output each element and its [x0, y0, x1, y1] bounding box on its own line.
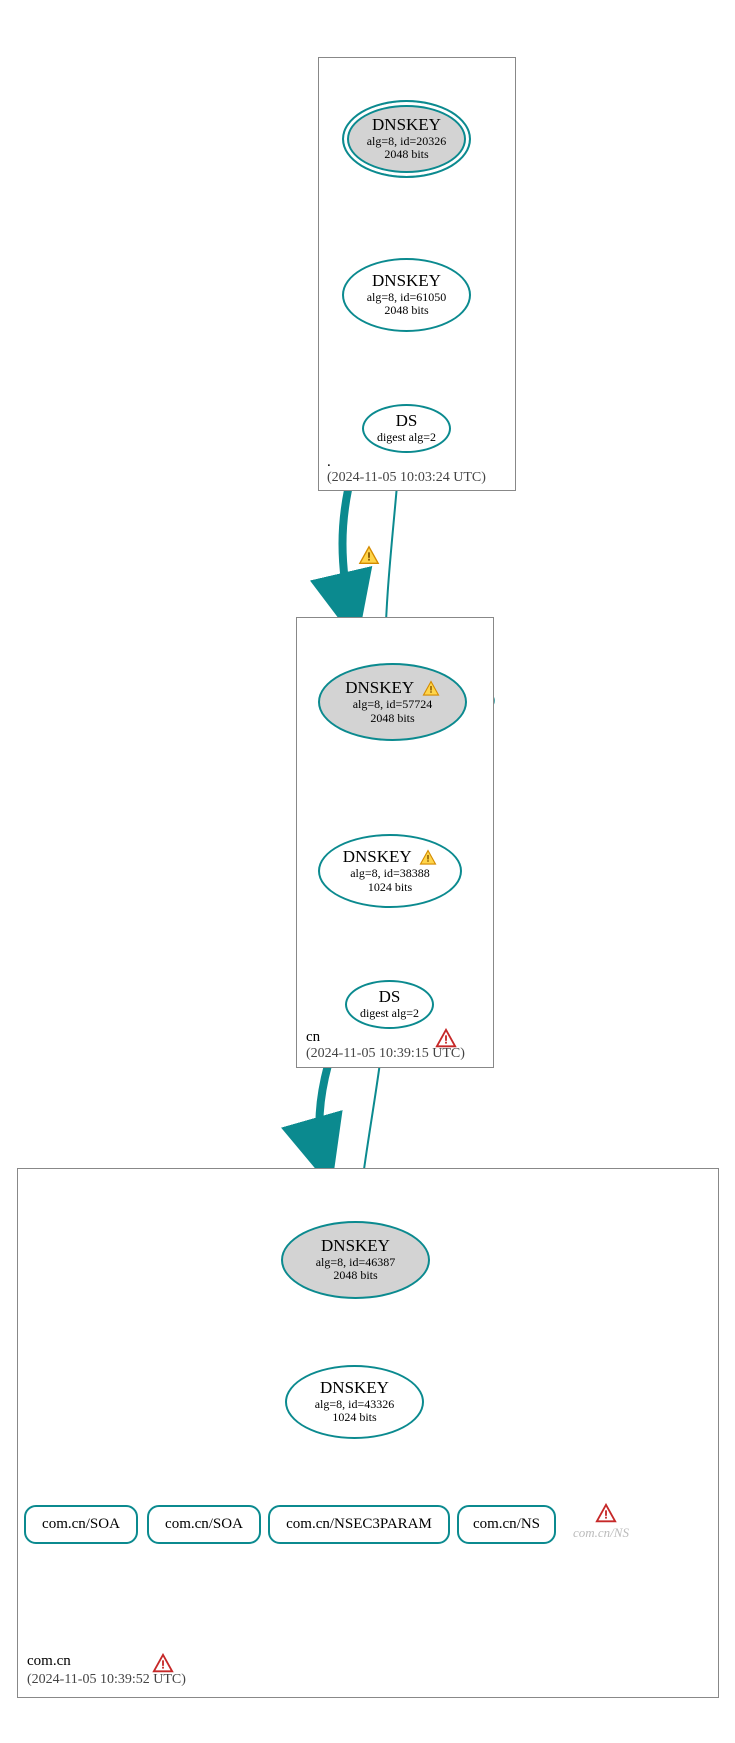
rrset-nsec3param[interactable]: com.cn/NSEC3PARAM: [268, 1505, 450, 1544]
error-icon: [435, 1028, 457, 1050]
zone-root-label: .: [327, 454, 331, 471]
node-sub1: alg=8, id=38388: [350, 867, 430, 881]
rrset-ns[interactable]: com.cn/NS: [457, 1505, 556, 1544]
node-cn-ksk[interactable]: DNSKEY alg=8, id=57724 2048 bits: [318, 663, 467, 741]
node-title: DS: [396, 412, 418, 431]
node-sub1: alg=8, id=61050: [367, 291, 447, 305]
node-sub2: 2048 bits: [384, 304, 428, 318]
node-comcn-ksk[interactable]: DNSKEY alg=8, id=46387 2048 bits: [281, 1221, 430, 1299]
error-icon: [152, 1653, 174, 1675]
zone-comcn-label: com.cn: [27, 1653, 71, 1670]
node-cn-ds[interactable]: DS digest alg=2: [345, 980, 434, 1029]
node-title: DNSKEY: [372, 272, 441, 291]
zone-root-time: (2024-11-05 10:03:24 UTC): [327, 470, 486, 486]
node-root-ds[interactable]: DS digest alg=2: [362, 404, 451, 453]
node-comcn-zsk[interactable]: DNSKEY alg=8, id=43326 1024 bits: [285, 1365, 424, 1439]
node-sub1: digest alg=2: [360, 1007, 419, 1021]
node-root-zsk[interactable]: DNSKEY alg=8, id=61050 2048 bits: [342, 258, 471, 332]
node-sub2: 1024 bits: [368, 881, 412, 895]
node-title: DNSKEY: [345, 679, 440, 698]
warning-icon: [422, 680, 440, 698]
node-sub1: alg=8, id=46387: [316, 1256, 396, 1270]
node-sub2: 1024 bits: [332, 1411, 376, 1425]
node-sub1: digest alg=2: [377, 431, 436, 445]
node-cn-zsk[interactable]: DNSKEY alg=8, id=38388 1024 bits: [318, 834, 462, 908]
node-title: DNSKEY: [321, 1237, 390, 1256]
zone-cn-label: cn: [306, 1029, 320, 1046]
node-sub2: 2048 bits: [333, 1269, 377, 1283]
rrset-ns-error-label: com.cn/NS: [573, 1525, 629, 1541]
node-title: DNSKEY: [372, 116, 441, 135]
node-title: DNSKEY: [343, 848, 438, 867]
rrset-soa1[interactable]: com.cn/SOA: [24, 1505, 138, 1544]
rrset-soa2[interactable]: com.cn/SOA: [147, 1505, 261, 1544]
node-title: DS: [379, 988, 401, 1007]
warning-icon: [358, 545, 380, 567]
node-sub2: 2048 bits: [384, 148, 428, 162]
node-sub1: alg=8, id=43326: [315, 1398, 395, 1412]
node-sub1: alg=8, id=20326: [367, 135, 447, 149]
node-title: DNSKEY: [320, 1379, 389, 1398]
node-sub2: 2048 bits: [370, 712, 414, 726]
error-icon: [595, 1503, 617, 1525]
warning-icon: [419, 849, 437, 867]
node-sub1: alg=8, id=57724: [353, 698, 433, 712]
node-root-ksk[interactable]: DNSKEY alg=8, id=20326 2048 bits: [342, 100, 471, 178]
